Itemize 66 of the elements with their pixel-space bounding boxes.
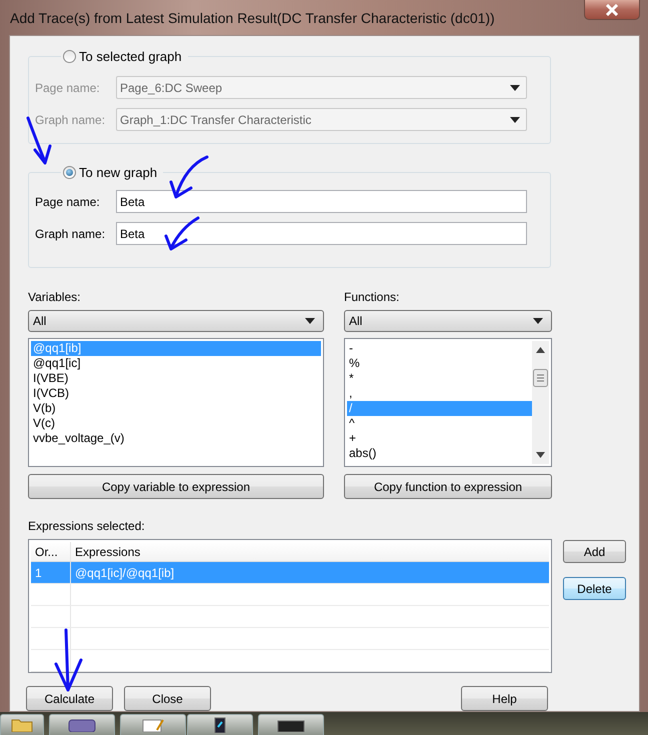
list-item[interactable]: ^	[347, 416, 532, 431]
list-item[interactable]: ,	[347, 386, 532, 401]
radio-button[interactable]	[63, 50, 76, 63]
dialog-button[interactable]: Calculate	[26, 686, 113, 711]
dropdown-arrow-icon	[510, 116, 520, 122]
app-icon	[67, 718, 97, 732]
table-cell-text: @qq1[ic]/@qq1[ib]	[74, 564, 176, 582]
column-header[interactable]: Or...	[31, 542, 71, 561]
list-item[interactable]: abs()	[347, 446, 532, 461]
dropdown-arrow-icon	[305, 318, 315, 324]
field-label: Graph name:	[34, 226, 106, 240]
list-item[interactable]: vvbe_voltage_(v)	[31, 431, 321, 446]
arrow-drawing	[164, 216, 200, 250]
list-item[interactable]: %	[347, 356, 532, 371]
taskbar-button[interactable]	[258, 714, 324, 735]
table-cell: 1	[31, 562, 71, 583]
filter-dropdown[interactable]: All	[28, 310, 324, 332]
list-item[interactable]: +	[347, 431, 532, 446]
list-item[interactable]: V(b)	[31, 401, 321, 416]
close-button[interactable]	[584, 0, 640, 20]
list-item[interactable]: I(VBE)	[31, 371, 321, 386]
window-title: Add Trace(s) from Latest Simulation Result(DC Transfer Characteristic (dc01))	[10, 10, 495, 26]
scroll-up-icon[interactable]	[536, 347, 545, 353]
add-button[interactable]: Add	[563, 540, 626, 563]
field-label: Graph name:	[34, 112, 106, 126]
list-box[interactable]: @qq1[ib] @qq1[ic] I(VBE) I(VCB) V(b) V(c) vvbe_voltage_(v)	[28, 338, 324, 467]
dropdown-field[interactable]: Page_6:DC Sweep	[116, 76, 527, 99]
dropdown-field[interactable]: Graph_1:DC Transfer Characteristic	[116, 108, 527, 131]
window-icon	[214, 717, 226, 733]
scroll-thumb[interactable]	[533, 368, 548, 386]
radio-label[interactable]: To selected graph	[79, 49, 182, 64]
list-box[interactable]: - % * , / ^ + abs()	[344, 338, 552, 467]
input-field[interactable]: Beta	[116, 222, 527, 245]
scrollbar[interactable]	[532, 341, 549, 464]
dropdown-arrow-icon	[510, 84, 520, 90]
taskbar-button[interactable]	[49, 714, 115, 735]
list-item[interactable]: I(VCB)	[31, 386, 321, 401]
taskbar-button[interactable]	[187, 714, 253, 735]
notepad-icon	[141, 718, 165, 732]
arrow-drawing	[54, 628, 82, 692]
field-label: Page name:	[34, 194, 101, 208]
expression-table[interactable]: Or... Expressions 1 @qq1[ic]/@qq1[ib]	[28, 539, 552, 673]
copy-button[interactable]: Copy variable to expression	[28, 474, 324, 499]
column-header[interactable]: Expressions	[71, 542, 549, 561]
filter-dropdown[interactable]: All	[344, 310, 552, 332]
list-item[interactable]: -	[347, 341, 532, 356]
window-icon	[276, 718, 306, 732]
list-item[interactable]: V(c)	[31, 416, 321, 431]
list-label: Variables:	[28, 290, 82, 304]
arrow-drawing	[170, 156, 208, 198]
radio-label[interactable]: To new graph	[79, 165, 158, 180]
field-label: Page name:	[34, 80, 101, 94]
close-icon	[604, 4, 620, 16]
help-button[interactable]: Help	[461, 686, 548, 711]
folder-icon	[11, 718, 33, 732]
list-item[interactable]: @qq1[ic]	[31, 356, 321, 371]
copy-button[interactable]: Copy function to expression	[344, 474, 552, 499]
list-item[interactable]: *	[347, 371, 532, 386]
input-field[interactable]: Beta	[116, 190, 527, 213]
radio-button[interactable]	[63, 166, 76, 179]
list-label: Functions:	[344, 290, 400, 304]
dialog-button[interactable]: Close	[124, 686, 211, 711]
table-label: Expressions selected:	[28, 519, 146, 533]
scroll-down-icon[interactable]	[536, 452, 545, 458]
dropdown-arrow-icon	[533, 318, 543, 324]
delete-button[interactable]: Delete	[563, 577, 626, 600]
